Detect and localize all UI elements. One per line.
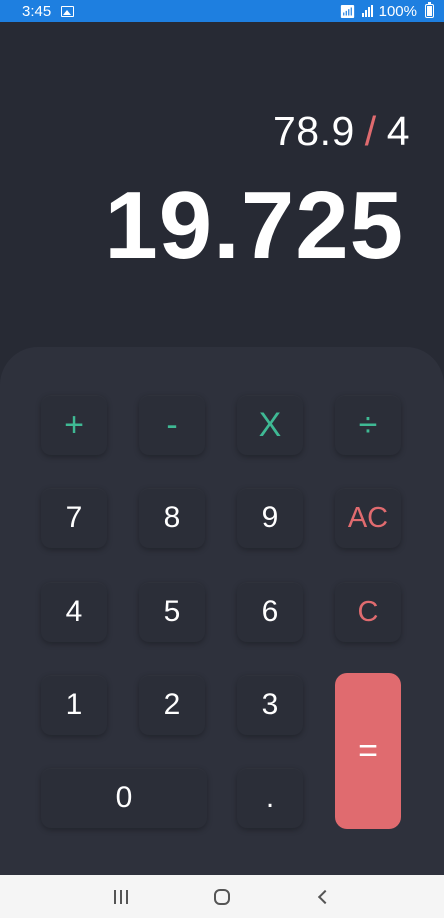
back-button[interactable]	[308, 882, 338, 912]
digit-8-button[interactable]: 8	[139, 488, 205, 548]
operand-1: 78.9	[272, 108, 355, 154]
add-button[interactable]: +	[41, 395, 107, 455]
decimal-button[interactable]: .	[237, 768, 303, 828]
recent-apps-icon	[113, 889, 128, 904]
digit-0-button[interactable]: 0	[41, 768, 207, 828]
multiply-button[interactable]: X	[237, 395, 303, 455]
battery-icon	[425, 2, 434, 18]
expression-display: 78.9 / 4	[273, 108, 410, 155]
back-icon	[318, 889, 333, 904]
digit-5-button[interactable]: 5	[139, 582, 205, 642]
keypad-panel: + - X ÷ 7 8 9 AC 4 5 6 C 1 2 3 = 0 .	[0, 347, 444, 875]
divide-button[interactable]: ÷	[335, 395, 401, 455]
operand-2: 4	[386, 108, 410, 154]
digit-7-button[interactable]: 7	[41, 488, 107, 548]
status-left: 3:45	[22, 2, 75, 20]
operator-symbol: /	[364, 108, 377, 154]
digit-9-button[interactable]: 9	[237, 488, 303, 548]
recent-apps-button[interactable]	[106, 882, 136, 912]
digit-3-button[interactable]: 3	[237, 675, 303, 735]
battery-percentage: 100%	[378, 2, 417, 20]
image-icon	[61, 5, 75, 17]
home-icon	[213, 888, 230, 905]
home-button[interactable]	[207, 882, 237, 912]
status-right: 📶︎ 100%	[339, 2, 434, 20]
result-display: 19.725	[104, 172, 404, 279]
clear-button[interactable]: C	[335, 582, 401, 642]
equals-button[interactable]: =	[335, 673, 401, 829]
navigation-bar	[0, 875, 444, 918]
signal-icon	[361, 5, 373, 17]
status-time: 3:45	[22, 2, 52, 20]
digit-2-button[interactable]: 2	[139, 675, 205, 735]
wifi-icon: 📶︎	[339, 3, 356, 19]
digit-4-button[interactable]: 4	[41, 582, 107, 642]
digit-6-button[interactable]: 6	[237, 582, 303, 642]
status-bar: 3:45 📶︎ 100%	[0, 0, 444, 22]
subtract-button[interactable]: -	[139, 395, 205, 455]
all-clear-button[interactable]: AC	[335, 488, 401, 548]
digit-1-button[interactable]: 1	[41, 675, 107, 735]
